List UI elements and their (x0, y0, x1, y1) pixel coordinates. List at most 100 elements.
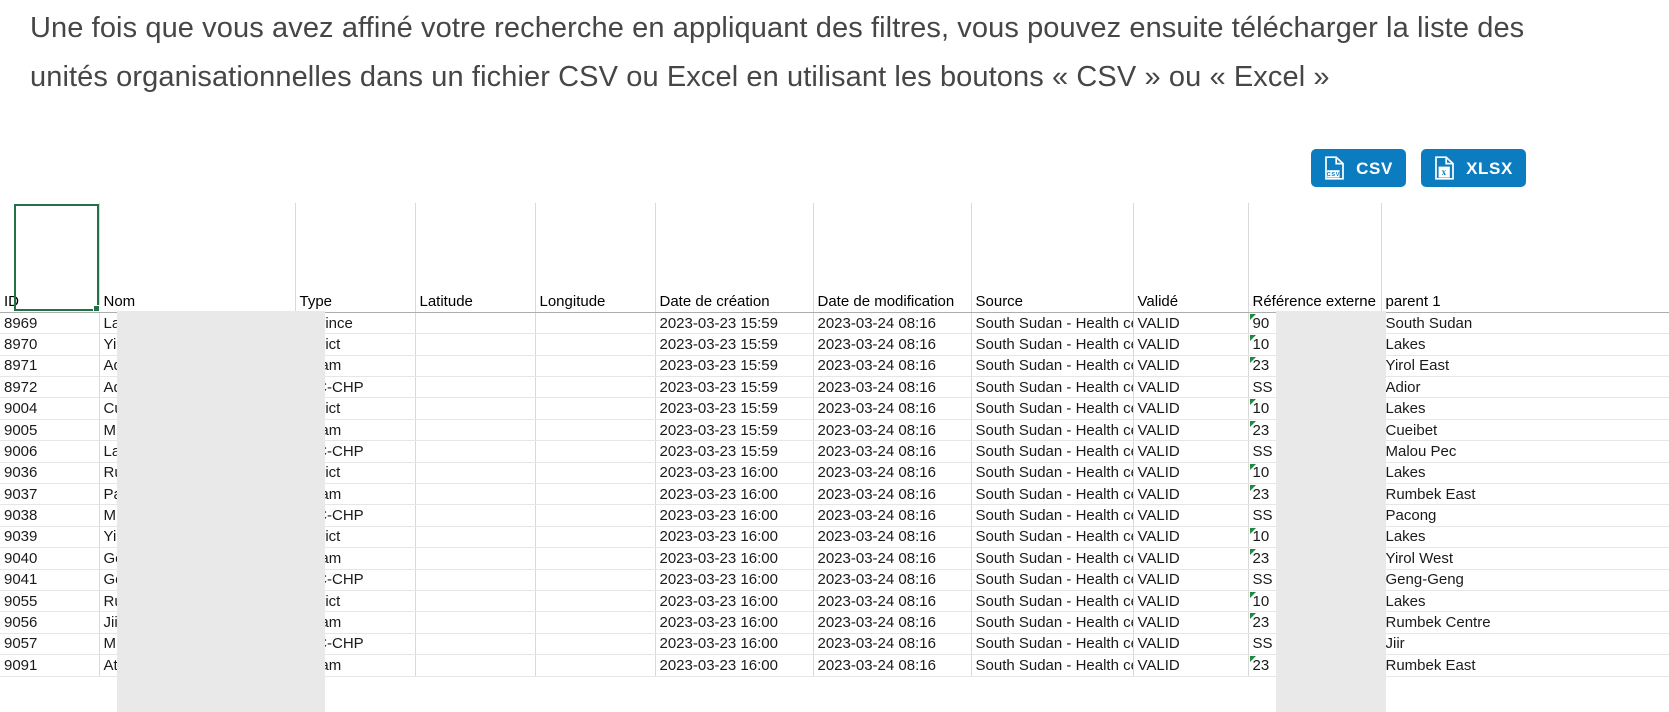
cell-nom[interactable]: La (99, 312, 296, 335)
cell-nom[interactable]: Cu (99, 397, 296, 420)
cell-id[interactable]: 8970 (0, 333, 100, 356)
cell-source[interactable]: South Sudan - Health cen (971, 462, 1134, 485)
table-row[interactable]: 8971 Ad Payam 2023-03-23 15:59 2023-03-24 08… (0, 355, 1669, 378)
cell-valide[interactable]: VALID (1133, 633, 1249, 656)
cell-latitude[interactable] (415, 526, 536, 549)
cell-valide[interactable]: VALID (1133, 355, 1249, 378)
cell-valide[interactable]: VALID (1133, 654, 1249, 677)
column-header-parent-1[interactable]: parent 1 (1381, 291, 1669, 313)
cell-reference-externe[interactable]: SS (1248, 569, 1382, 591)
cell-latitude[interactable] (415, 590, 536, 613)
cell-source[interactable]: South Sudan - Health cen (971, 483, 1134, 506)
cell-type[interactable]: CHC-CHP (295, 440, 416, 463)
cell-id[interactable]: 9036 (0, 462, 100, 485)
cell-valide[interactable]: VALID (1133, 462, 1249, 485)
cell-reference-externe[interactable]: 10 (1248, 462, 1382, 485)
cell-valide[interactable]: VALID (1133, 440, 1249, 463)
table-row[interactable]: 9056 Jii Payam 2023-03-23 16:00 2023-03-24 0… (0, 611, 1669, 634)
cell-longitude[interactable] (535, 590, 656, 613)
cell-parent-1[interactable]: Yirol East (1381, 355, 1669, 378)
cell-latitude[interactable] (415, 633, 536, 656)
cell-date-creation[interactable]: 2023-03-23 16:00 (655, 547, 814, 570)
cell-type[interactable]: Payam (295, 355, 416, 378)
cell-type[interactable]: CHC-CHP (295, 504, 416, 527)
cell-latitude[interactable] (415, 333, 536, 356)
cell-source[interactable]: South Sudan - Health cen (971, 355, 1134, 378)
cell-nom[interactable]: At (99, 654, 296, 677)
cell-date-modification[interactable]: 2023-03-24 08:16 (813, 397, 972, 420)
cell-reference-externe[interactable]: 23 (1248, 419, 1382, 442)
cell-date-modification[interactable]: 2023-03-24 08:16 (813, 569, 972, 591)
cell-longitude[interactable] (535, 547, 656, 570)
column-header-id[interactable]: ID (0, 291, 100, 313)
cell-id[interactable]: 9004 (0, 397, 100, 420)
cell-valide[interactable]: VALID (1133, 590, 1249, 613)
cell-parent-1[interactable]: Lakes (1381, 462, 1669, 485)
cell-id[interactable]: 9040 (0, 547, 100, 570)
cell-type[interactable]: CHC-CHP (295, 633, 416, 656)
cell-type[interactable]: Province (295, 312, 416, 335)
cell-reference-externe[interactable]: 10 (1248, 333, 1382, 356)
cell-reference-externe[interactable]: 23 (1248, 483, 1382, 506)
cell-parent-1[interactable]: Rumbek Centre (1381, 611, 1669, 634)
cell-latitude[interactable] (415, 440, 536, 463)
cell-date-creation[interactable]: 2023-03-23 15:59 (655, 440, 814, 463)
cell-source[interactable]: South Sudan - Health cen (971, 504, 1134, 527)
cell-valide[interactable]: VALID (1133, 397, 1249, 420)
cell-latitude[interactable] (415, 569, 536, 591)
cell-date-creation[interactable]: 2023-03-23 15:59 (655, 419, 814, 442)
cell-date-modification[interactable]: 2023-03-24 08:16 (813, 526, 972, 549)
cell-valide[interactable]: VALID (1133, 333, 1249, 356)
cell-id[interactable]: 8972 (0, 376, 100, 399)
cell-date-creation[interactable]: 2023-03-23 16:00 (655, 483, 814, 506)
cell-valide[interactable]: VALID (1133, 376, 1249, 399)
cell-longitude[interactable] (535, 419, 656, 442)
cell-date-creation[interactable]: 2023-03-23 16:00 (655, 611, 814, 634)
cell-date-modification[interactable]: 2023-03-24 08:16 (813, 312, 972, 335)
cell-parent-1[interactable]: Rumbek East (1381, 483, 1669, 506)
cell-date-modification[interactable]: 2023-03-24 08:16 (813, 419, 972, 442)
cell-type[interactable]: District (295, 526, 416, 549)
cell-source[interactable]: South Sudan - Health cen (971, 547, 1134, 570)
cell-id[interactable]: 9056 (0, 611, 100, 634)
cell-date-modification[interactable]: 2023-03-24 08:16 (813, 590, 972, 613)
table-row[interactable]: 8972 Ad CHC-CHP 2023-03-23 15:59 2023-03-24 … (0, 376, 1669, 399)
cell-latitude[interactable] (415, 355, 536, 378)
column-header-latitude[interactable]: Latitude (415, 291, 536, 313)
cell-source[interactable]: South Sudan - Health cen (971, 590, 1134, 613)
cell-type[interactable]: District (295, 590, 416, 613)
cell-valide[interactable]: VALID (1133, 504, 1249, 527)
cell-longitude[interactable] (535, 569, 656, 591)
cell-latitude[interactable] (415, 547, 536, 570)
cell-parent-1[interactable]: Lakes (1381, 397, 1669, 420)
cell-date-modification[interactable]: 2023-03-24 08:16 (813, 547, 972, 570)
table-row[interactable]: 8969 La Province 2023-03-23 15:59 2023-03-24… (0, 312, 1669, 335)
cell-latitude[interactable] (415, 397, 536, 420)
cell-nom[interactable]: Yi (99, 526, 296, 549)
cell-latitude[interactable] (415, 462, 536, 485)
cell-date-modification[interactable]: 2023-03-24 08:16 (813, 462, 972, 485)
cell-source[interactable]: South Sudan - Health cen (971, 419, 1134, 442)
cell-parent-1[interactable]: Jiir (1381, 633, 1669, 656)
cell-id[interactable]: 9039 (0, 526, 100, 549)
cell-valide[interactable]: VALID (1133, 611, 1249, 634)
cell-longitude[interactable] (535, 376, 656, 399)
cell-date-creation[interactable]: 2023-03-23 16:00 (655, 633, 814, 656)
cell-longitude[interactable] (535, 483, 656, 506)
cell-parent-1[interactable]: Lakes (1381, 333, 1669, 356)
cell-latitude[interactable] (415, 312, 536, 335)
cell-longitude[interactable] (535, 462, 656, 485)
cell-type[interactable]: District (295, 462, 416, 485)
cell-date-creation[interactable]: 2023-03-23 16:00 (655, 590, 814, 613)
cell-date-creation[interactable]: 2023-03-23 16:00 (655, 569, 814, 591)
cell-source[interactable]: South Sudan - Health cen (971, 569, 1134, 591)
cell-id[interactable]: 9057 (0, 633, 100, 656)
spreadsheet-area[interactable]: ID Nom Type Latitude Longitude Date de c… (0, 203, 1669, 712)
cell-date-creation[interactable]: 2023-03-23 15:59 (655, 355, 814, 378)
cell-parent-1[interactable]: Geng-Geng (1381, 569, 1669, 591)
cell-date-modification[interactable]: 2023-03-24 08:16 (813, 654, 972, 677)
cell-id[interactable]: 9006 (0, 440, 100, 463)
table-row[interactable]: 9005 M Payam 2023-03-23 15:59 2023-03-24 08:… (0, 419, 1669, 442)
cell-date-creation[interactable]: 2023-03-23 16:00 (655, 526, 814, 549)
cell-nom[interactable]: M (99, 504, 296, 527)
